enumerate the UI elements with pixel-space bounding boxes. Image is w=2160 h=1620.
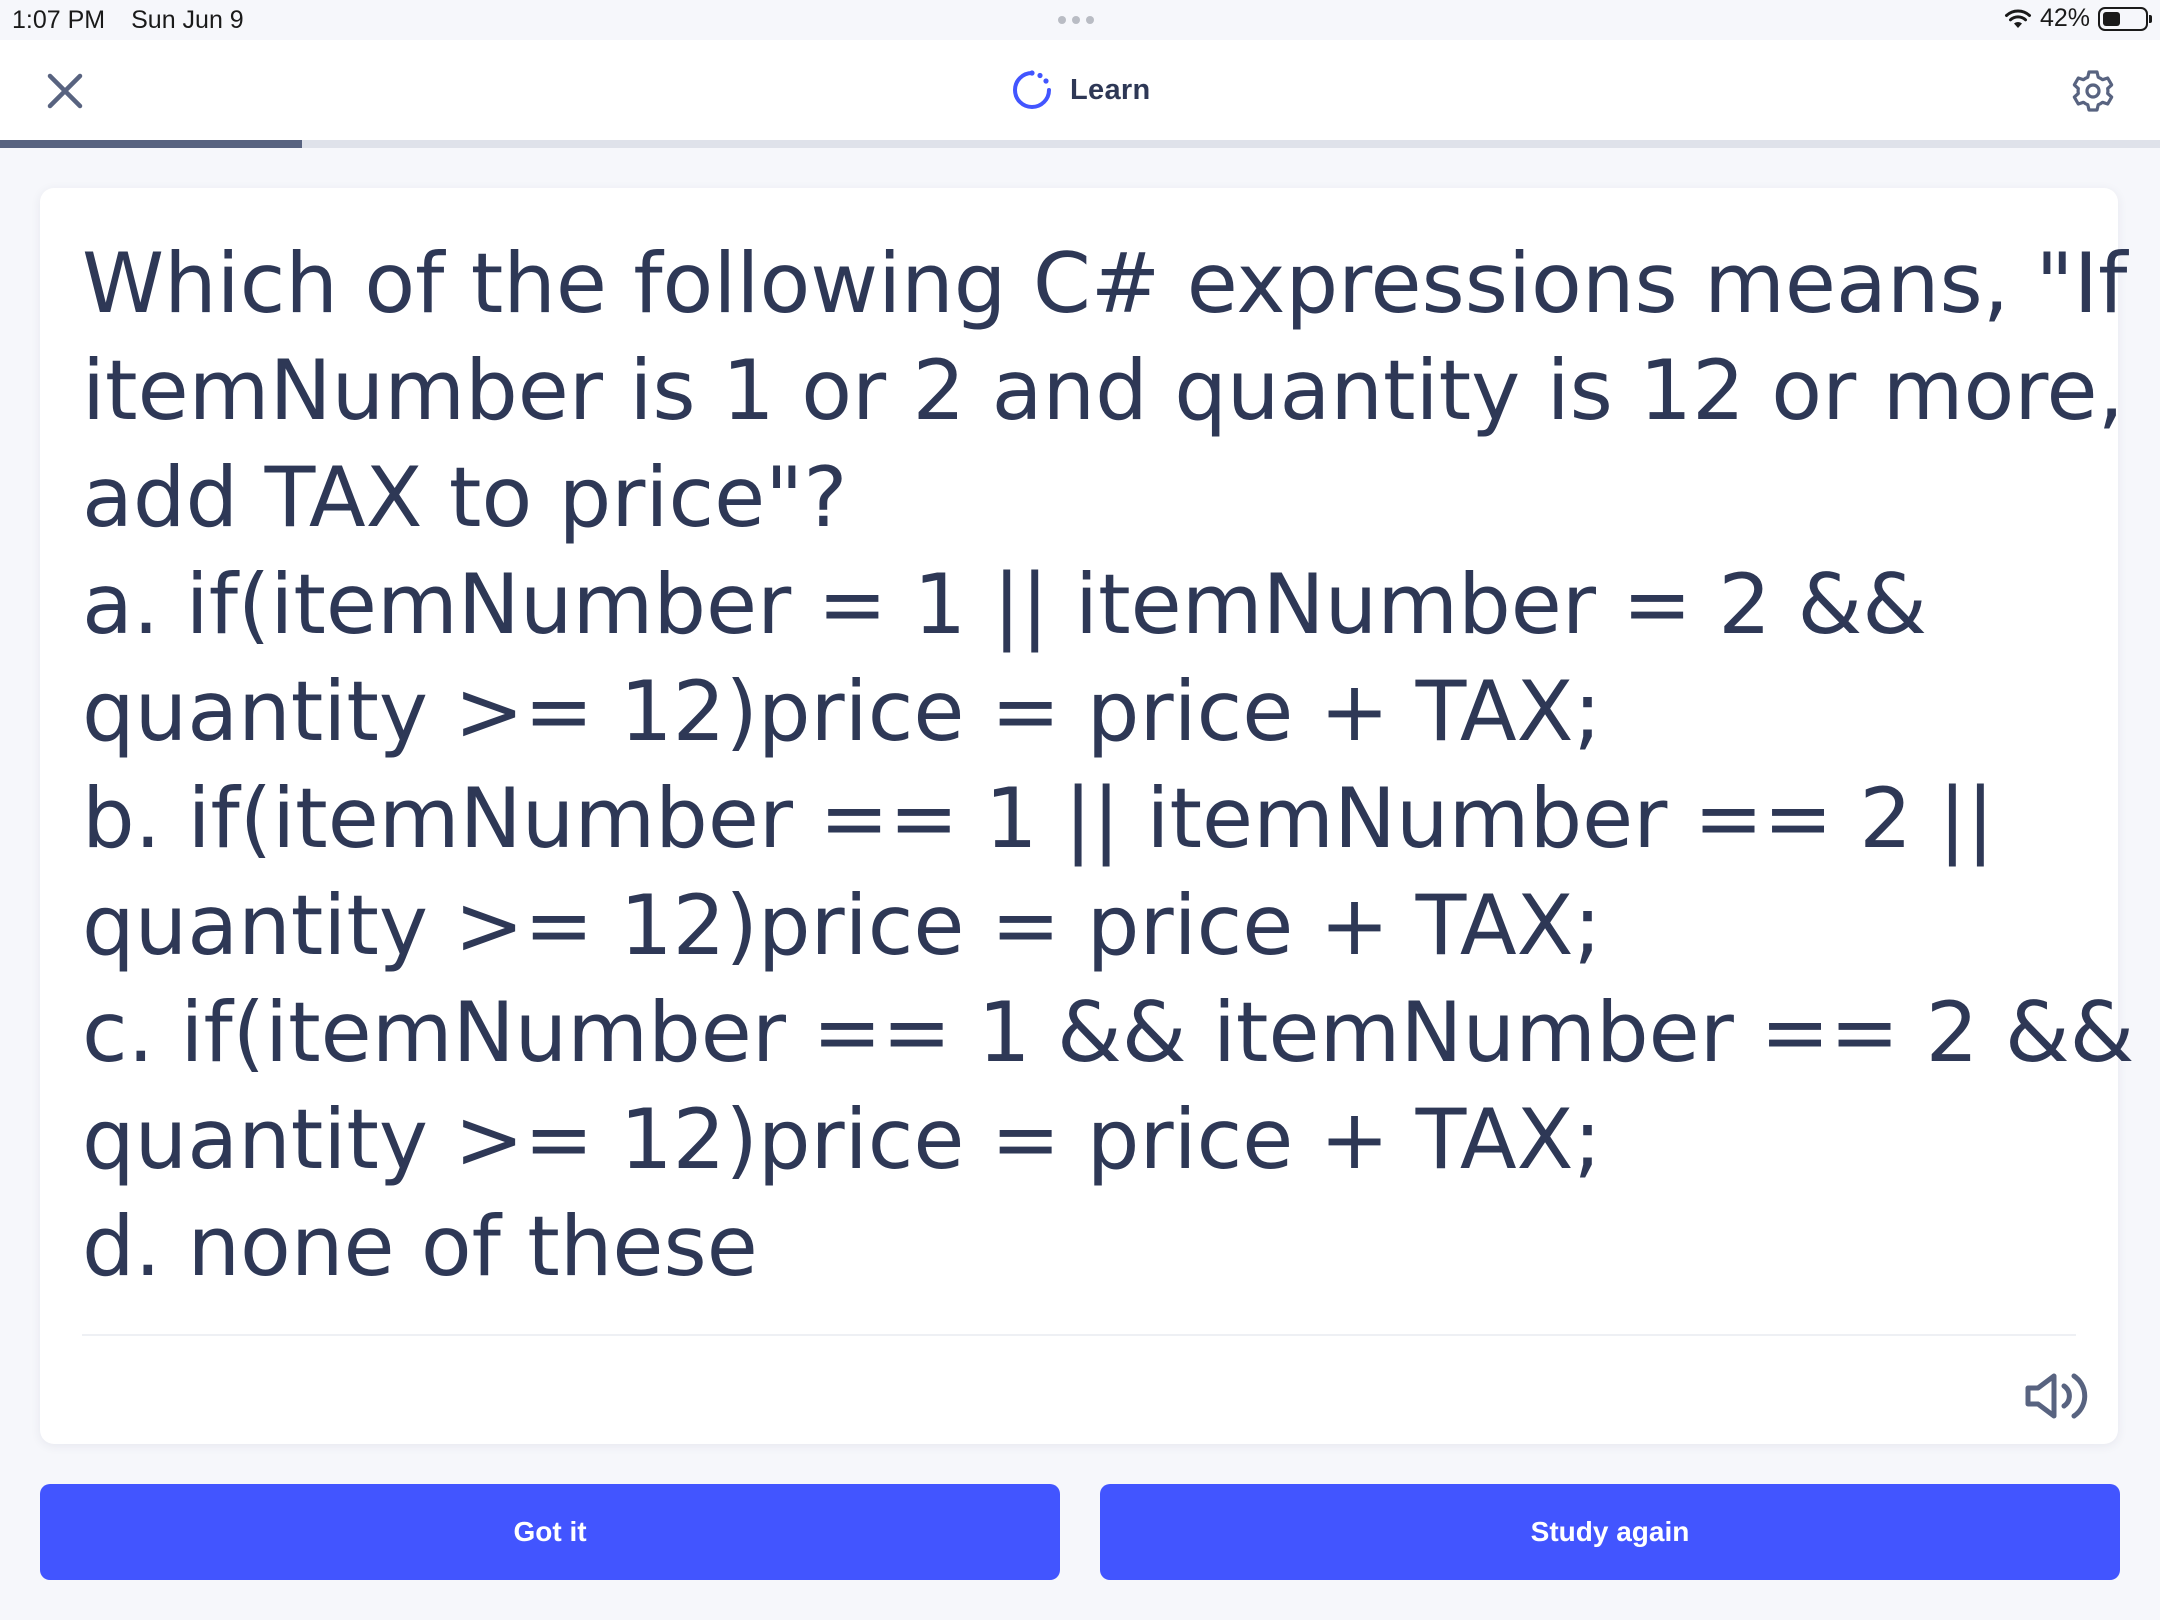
wifi-icon <box>2004 9 2031 28</box>
option-b-line: b. if(itemNumber == 1 || itemNumber == 2… <box>82 770 1995 867</box>
audio-button[interactable] <box>2022 1364 2094 1428</box>
got-it-button[interactable]: Got it <box>40 1484 1060 1580</box>
gear-icon <box>2072 70 2114 112</box>
top-bar: Learn <box>0 40 2160 148</box>
status-time: 1:07 PM <box>12 6 106 34</box>
question-line: itemNumber is 1 or 2 and quantity is 12 … <box>82 342 2124 439</box>
status-bar: 1:07 PM Sun Jun 9 42% <box>0 0 2160 40</box>
mode-selector[interactable]: Learn <box>1010 68 1150 112</box>
progress-bar-fill <box>0 140 303 148</box>
question-line: Which of the following C# expressions me… <box>82 235 2128 332</box>
option-b-line: quantity >= 12)price = price + TAX; <box>82 877 1602 974</box>
status-left: 1:07 PM Sun Jun 9 <box>12 6 244 35</box>
learn-icon <box>1013 70 1051 109</box>
question-line: add TAX to price"? <box>82 449 848 546</box>
card-divider <box>82 1334 2076 1336</box>
flashcard[interactable]: Which of the following C# expressions me… <box>40 188 2135 1444</box>
status-date: Sun Jun 9 <box>131 6 244 34</box>
study-again-button[interactable]: Study again <box>1100 1484 2120 1580</box>
option-c-line: c. if(itemNumber == 1 && itemNumber == 2… <box>82 984 2135 1081</box>
settings-button[interactable] <box>2068 66 2118 116</box>
mode-title: Learn <box>1070 73 1151 106</box>
progress-bar <box>0 140 2160 148</box>
option-c-line: quantity >= 12)price = price + TAX; <box>82 1091 1602 1188</box>
status-right: 42% <box>2004 4 2152 33</box>
battery-percent: 42% <box>2039 4 2090 32</box>
multitasking-dots-icon[interactable] <box>1058 16 1094 24</box>
battery-icon <box>2098 6 2152 31</box>
option-a-line: a. if(itemNumber = 1 || itemNumber = 2 &… <box>82 556 1927 653</box>
question-text: Which of the following C# expressions me… <box>82 230 2135 1300</box>
close-icon <box>47 73 83 109</box>
speaker-icon <box>2025 1373 2088 1419</box>
close-button[interactable] <box>42 68 88 114</box>
option-a-line: quantity >= 12)price = price + TAX; <box>82 663 1602 760</box>
option-d-line: d. none of these <box>82 1198 758 1295</box>
